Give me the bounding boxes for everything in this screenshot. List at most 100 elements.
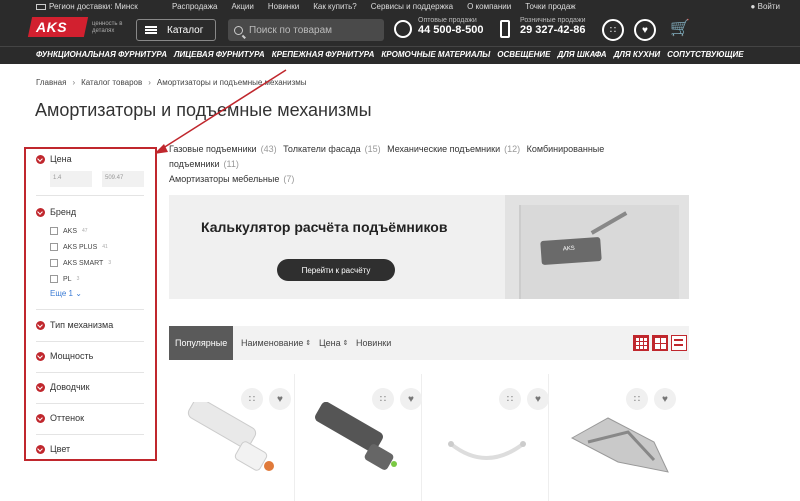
top-link-about[interactable]: О компании <box>467 2 511 11</box>
product-image <box>570 417 669 473</box>
divider <box>36 309 144 310</box>
nav-item-related[interactable]: Сопутствующие <box>667 50 743 59</box>
retail-label: Розничные продажи <box>520 17 586 24</box>
price-min-field[interactable]: 1.4 <box>50 171 92 187</box>
main-header: AKS ценность в деталях Каталог Поиск по … <box>0 14 800 46</box>
checkbox[interactable] <box>50 227 58 235</box>
filter-mechanism-type[interactable]: Тип механизма <box>36 320 113 330</box>
sort-price[interactable]: Цена ⇕ <box>319 326 349 360</box>
brand-count: 3 <box>108 260 112 266</box>
divider <box>36 403 144 404</box>
nav-item-functional[interactable]: Функциональная фурнитура <box>36 50 167 59</box>
sort-name-label: Наименование <box>241 338 304 348</box>
price-max-field[interactable]: 509.47 <box>102 171 144 187</box>
filter-section-label: Цвет <box>50 444 71 454</box>
brand-name: AKS SMART <box>63 259 104 267</box>
filter-closer[interactable]: Доводчик <box>36 382 90 392</box>
brand-option[interactable]: PL 3 <box>50 271 111 287</box>
subcategory-name: Амортизаторы мебельные <box>169 174 280 184</box>
top-links: Распродажа Акции Новинки Как купить? Сер… <box>172 2 576 11</box>
breadcrumb-home[interactable]: Главная <box>36 78 66 87</box>
banner-title: Калькулятор расчёта подъёмников <box>201 219 448 235</box>
top-utility-bar: Регион доставки: Минск Распродажа Акции … <box>0 0 800 14</box>
wholesale-contact[interactable]: Оптовые продажи 44 500-8-500 <box>418 17 483 36</box>
sort-popular[interactable]: Популярные <box>169 326 234 360</box>
catalog-button[interactable]: Каталог <box>136 19 216 41</box>
product-card[interactable]: ∷ ♥ <box>423 374 549 501</box>
brand-count: 3 <box>76 276 80 282</box>
filter-sidebar: Цена 1.4 509.47 Бренд AKS 47 AKS PLUS 41… <box>24 147 157 461</box>
checkbox[interactable] <box>50 259 58 267</box>
filter-color[interactable]: Цвет <box>36 444 70 454</box>
filter-price-label: Цена <box>50 154 72 164</box>
subcategory-name: Механические подъемники <box>387 144 501 154</box>
subcategory-link[interactable]: Механические подъемники (12) <box>387 144 524 154</box>
retail-contact[interactable]: Розничные продажи 29 327-42-86 <box>520 17 586 36</box>
subcategory-link[interactable]: Газовые подъемники (43) <box>169 144 281 154</box>
lift-mechanism-illustration: AKS <box>540 236 602 266</box>
show-more-link[interactable]: Еще 1 ⌄ <box>50 289 82 298</box>
subcategory-name: Толкатели фасада <box>283 144 361 154</box>
brand-option[interactable]: AKS SMART 3 <box>50 255 111 271</box>
user-icon: ● <box>750 2 758 11</box>
top-link-new[interactable]: Новинки <box>268 2 299 11</box>
mobile-phone-icon <box>500 20 510 38</box>
nav-item-wardrobe[interactable]: Для шкафа <box>557 50 606 59</box>
wholesale-phone: 44 500-8-500 <box>418 24 484 36</box>
brand-name: AKS <box>63 227 78 235</box>
nav-item-edge[interactable]: Кромочные материалы <box>381 50 490 59</box>
divider <box>36 195 144 196</box>
sort-arrows-icon: ⇕ <box>342 340 349 347</box>
grid-view-large-icon[interactable] <box>633 335 649 351</box>
top-link-sale[interactable]: Распродажа <box>172 2 218 11</box>
filter-shade[interactable]: Оттенок <box>36 413 84 423</box>
main-nav: Функциональная фурнитура Лицевая фурниту… <box>0 46 800 64</box>
cart-icon[interactable]: 🛒 <box>670 20 690 38</box>
subcategory-link[interactable]: Амортизаторы мебельные (7) <box>169 174 298 184</box>
sort-new[interactable]: Новинки <box>356 326 391 360</box>
top-link-stores[interactable]: Точки продаж <box>525 2 575 11</box>
compare-icon[interactable]: ∷ <box>602 19 624 41</box>
product-card[interactable]: ∷ ♥ <box>169 374 295 501</box>
wholesale-label: Оптовые продажи <box>418 17 477 24</box>
nav-item-fastening[interactable]: Крепежная фурнитура <box>272 50 375 59</box>
filter-price-header[interactable]: Цена <box>36 154 72 164</box>
search-input[interactable]: Поиск по товарам <box>228 19 384 41</box>
nav-item-lighting[interactable]: Освещение <box>497 50 550 59</box>
brand-count: 41 <box>102 244 108 250</box>
sort-name[interactable]: Наименование ⇕ <box>241 326 311 360</box>
top-link-how-to-buy[interactable]: Как купить? <box>313 2 357 11</box>
logo[interactable]: AKS <box>27 17 89 37</box>
collapse-icon <box>36 382 45 392</box>
brand-option[interactable]: AKS 47 <box>50 223 111 239</box>
sort-price-label: Цена <box>319 338 341 348</box>
lift-calculator-banner[interactable]: AKS Калькулятор расчёта подъёмников Пере… <box>169 195 689 299</box>
top-link-promotions[interactable]: Акции <box>232 2 254 11</box>
filter-section-label: Тип механизма <box>50 320 114 330</box>
checkbox[interactable] <box>50 275 58 283</box>
list-view-icon[interactable] <box>671 335 687 351</box>
search-icon <box>234 25 243 35</box>
product-card[interactable]: ∷ ♥ <box>296 374 422 501</box>
subcategory-count: (11) <box>223 159 239 169</box>
filter-brand-header[interactable]: Бренд <box>36 207 76 217</box>
headset-icon <box>394 20 412 38</box>
favorites-icon[interactable]: ♥ <box>634 19 656 41</box>
subcategory-link[interactable]: Толкатели фасада (15) <box>283 144 385 154</box>
filter-power[interactable]: Мощность <box>36 351 93 361</box>
nav-item-kitchen[interactable]: Для кухни <box>614 50 661 59</box>
top-link-services[interactable]: Сервисы и поддержка <box>371 2 453 11</box>
checkbox[interactable] <box>50 243 58 251</box>
go-to-calculator-button[interactable]: Перейти к расчёту <box>277 259 395 281</box>
brand-option[interactable]: AKS PLUS 41 <box>50 239 111 255</box>
breadcrumb-catalog[interactable]: Каталог товаров <box>81 78 142 87</box>
product-image <box>315 402 397 470</box>
filter-section-label: Оттенок <box>50 413 85 423</box>
nav-item-face[interactable]: Лицевая фурнитура <box>174 50 265 59</box>
sort-arrows-icon: ⇕ <box>305 340 312 347</box>
delivery-region[interactable]: Регион доставки: Минск <box>36 2 138 11</box>
delivery-region-label: Регион доставки: Минск <box>49 2 138 11</box>
grid-view-small-icon[interactable] <box>652 335 668 351</box>
login-link[interactable]: ● Войти <box>751 2 780 11</box>
product-card[interactable]: ∷ ♥ <box>550 374 676 501</box>
